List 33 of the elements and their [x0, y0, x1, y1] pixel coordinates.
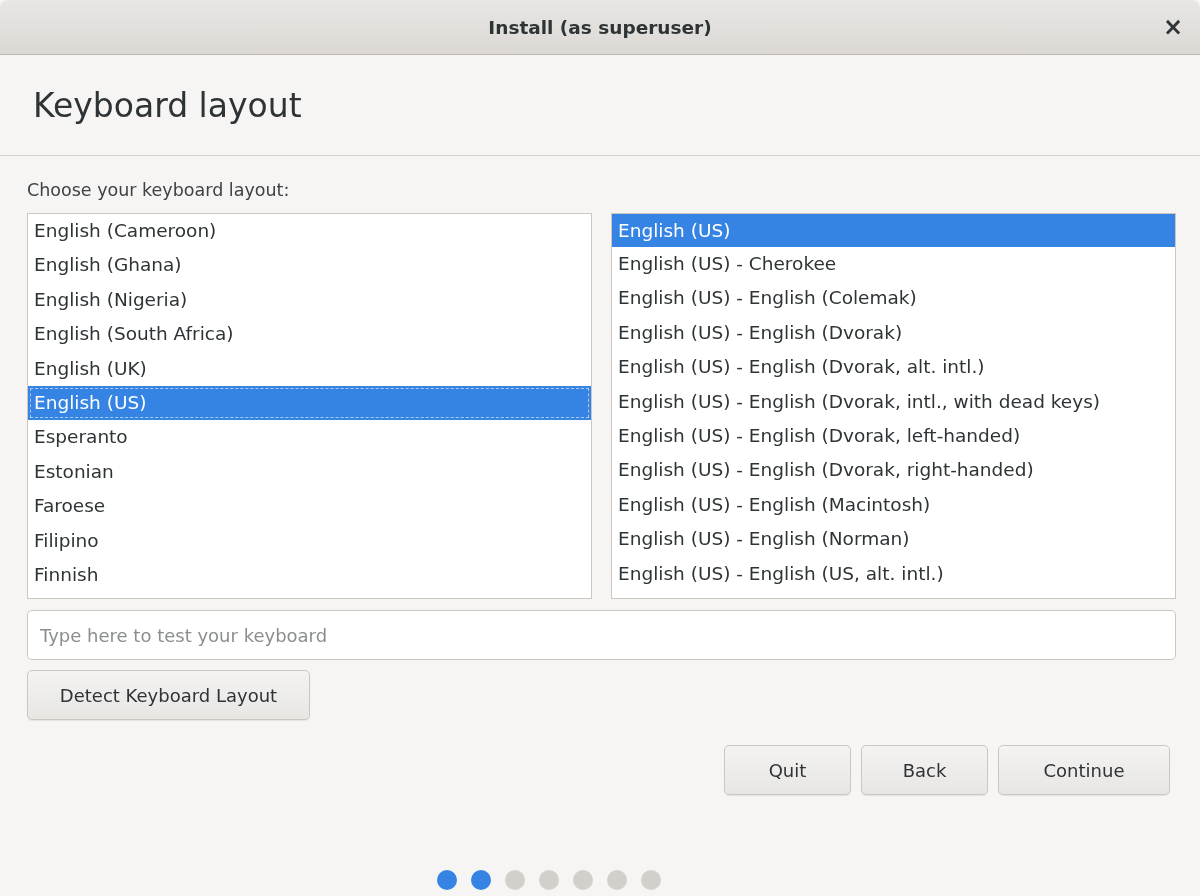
layout-list-item[interactable]: English (South Africa) [28, 317, 591, 352]
layout-list-item[interactable]: Esperanto [28, 420, 591, 455]
layout-list-item[interactable]: Filipino [28, 523, 591, 558]
layout-list-item[interactable]: English (US) - English (Dvorak, left-handed) [612, 418, 1175, 454]
layout-list-item[interactable]: English (US) - English (Colemak) [612, 281, 1175, 316]
dialog-button[interactable]: Quit [724, 745, 851, 795]
layout-list-item[interactable]: English (US) - English (Dvorak, right-handed) [612, 453, 1175, 488]
layout-list-item[interactable]: English (US) - English (Dvorak, alt. intl.) [612, 350, 1175, 385]
layout-list-item[interactable]: English (US) [28, 385, 591, 421]
layout-list-item[interactable]: English (US) - English (Macintosh) [612, 487, 1175, 523]
layout-list-item[interactable]: English (US) - English (US, alt. intl.) [612, 556, 1175, 591]
close-button[interactable]: × [1160, 14, 1186, 40]
detect-layout-button[interactable]: Detect Keyboard Layout [27, 670, 310, 720]
layout-list-item[interactable]: English (Ghana) [28, 248, 591, 283]
prompt-label: Choose your keyboard layout: [27, 180, 291, 200]
page-heading: Keyboard layout [33, 85, 302, 125]
variant-list[interactable] [611, 213, 1176, 599]
layout-list-item[interactable]: English (Cameroon) [28, 214, 591, 249]
layout-list-item[interactable]: English (US) - English (Dvorak) [612, 315, 1175, 351]
layout-list-item[interactable]: English (US) - Cherokee [612, 247, 1175, 282]
layout-list[interactable]: English (Cameroon) English (Ghana) English (Nigeria) English (South Africa) English (UK) English (US) Esperanto Estonian Faroese Filipino Finnish [27, 213, 592, 599]
window-title: Install (as superuser) [488, 16, 712, 38]
layout-list-item[interactable]: English (US) [612, 214, 1175, 247]
layout-list-item[interactable]: Estonian [28, 454, 591, 490]
dialog-button[interactable]: Back [861, 745, 988, 795]
layout-list-item[interactable]: Finnish [28, 557, 591, 593]
test-input-field[interactable]: Type here to test your keyboard [27, 610, 1176, 660]
layout-list-item[interactable]: English (US) - English (Dvorak, intl., with dead keys) [612, 384, 1175, 419]
dialog-button[interactable]: Continue [998, 745, 1170, 795]
layout-list-item[interactable]: English (UK) [28, 351, 591, 386]
layout-list-item[interactable]: English (Nigeria) [28, 282, 591, 318]
layout-list-item[interactable]: Faroese [28, 489, 591, 524]
layout-list-item[interactable]: English (US) - English (Norman) [612, 522, 1175, 557]
